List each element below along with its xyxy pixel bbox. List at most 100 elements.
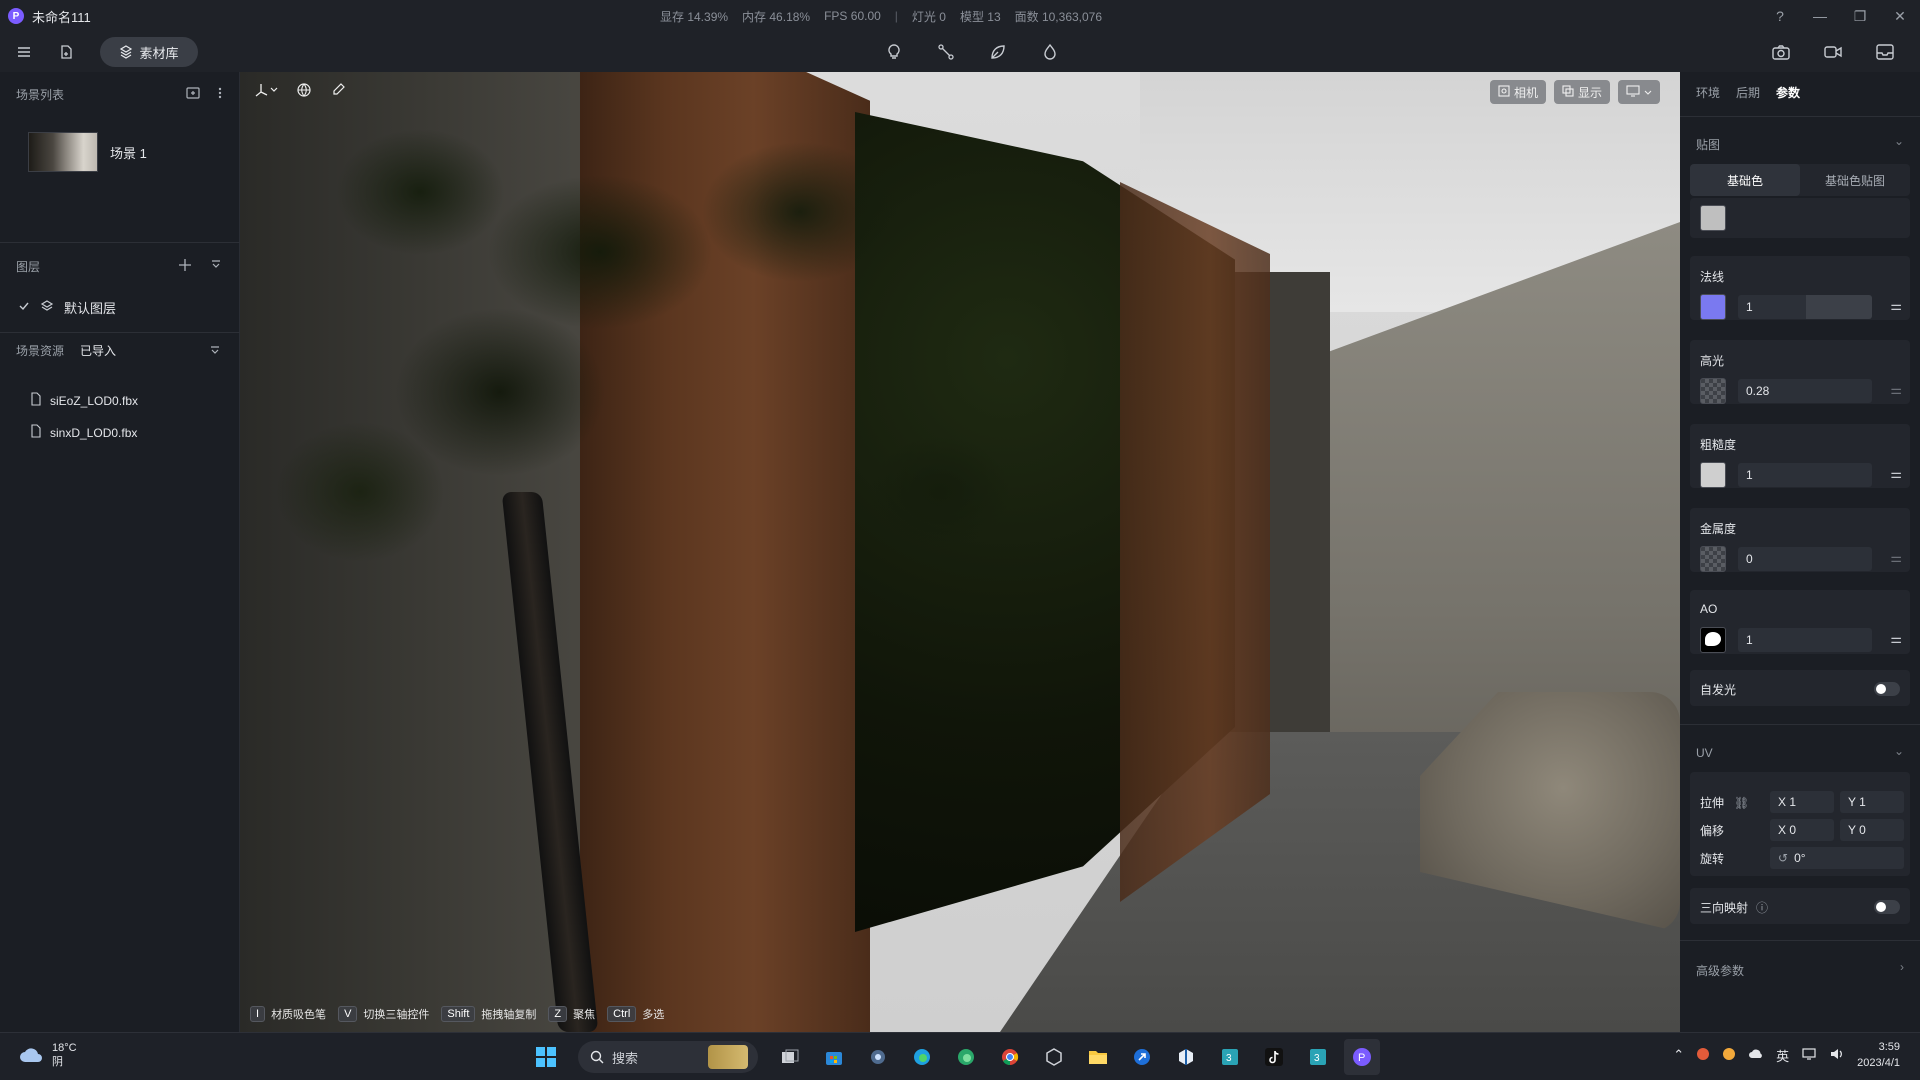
adjust-icon[interactable]: ⚌ <box>1890 382 1902 398</box>
minimize-icon[interactable]: — <box>1800 8 1840 24</box>
restore-icon[interactable]: ❐ <box>1840 8 1880 25</box>
video-icon[interactable] <box>1818 38 1848 66</box>
stretch-y-input[interactable]: Y 1 <box>1840 791 1904 813</box>
specular-map-swatch[interactable] <box>1700 378 1726 404</box>
clock[interactable]: 3:59 2023/4/1 <box>1857 1039 1900 1071</box>
tiktok-icon[interactable] <box>1256 1039 1292 1075</box>
tab-environment[interactable]: 环境 <box>1696 84 1720 101</box>
path-tool-icon[interactable] <box>932 38 960 66</box>
help-icon[interactable]: ? <box>1760 8 1800 24</box>
task-view-icon[interactable] <box>772 1039 808 1075</box>
offset-y-input[interactable]: Y 0 <box>1840 819 1904 841</box>
emissive-toggle[interactable] <box>1874 682 1900 696</box>
metalness-map-swatch[interactable] <box>1700 546 1726 572</box>
link-icon[interactable]: ⛓ <box>1734 796 1749 810</box>
ao-map-swatch[interactable] <box>1700 627 1726 653</box>
tab-imported[interactable]: 已导入 <box>80 342 116 359</box>
3dsmax-2-icon[interactable]: 3 <box>1300 1039 1336 1075</box>
new-file-icon[interactable] <box>52 38 80 66</box>
app-active-icon[interactable]: P <box>1344 1039 1380 1075</box>
library-button[interactable]: 素材库 <box>100 37 198 67</box>
stat-separator: | <box>894 9 898 23</box>
normal-value-input[interactable]: 1 <box>1738 295 1872 319</box>
roughness-value-input[interactable]: 1 <box>1738 463 1872 487</box>
windows-start-icon[interactable] <box>528 1039 564 1075</box>
tray-app-icon[interactable] <box>1722 1047 1736 1064</box>
display-button[interactable]: 显示 <box>1553 80 1610 104</box>
collapse-icon[interactable] <box>210 258 222 275</box>
chevron-down-icon[interactable]: ⌄ <box>1894 744 1904 758</box>
adjust-icon[interactable]: ⚌ <box>1890 298 1902 314</box>
tray-app-icon[interactable] <box>1696 1047 1710 1064</box>
hint-text: 多选 <box>642 1009 665 1021</box>
tab-base-color-map[interactable]: 基础色贴图 <box>1800 164 1910 196</box>
volume-icon[interactable] <box>1829 1047 1845 1064</box>
file-item[interactable]: siEoZ_LOD0.fbx <box>30 392 138 409</box>
hint-item: Ctrl 多选 <box>607 1006 664 1022</box>
chrome-icon[interactable] <box>992 1039 1028 1075</box>
edge-icon[interactable] <box>904 1039 940 1075</box>
menu-icon[interactable] <box>10 38 38 66</box>
stretch-x-input[interactable]: X 1 <box>1770 791 1834 813</box>
add-layer-icon[interactable] <box>178 258 192 275</box>
normal-slider[interactable] <box>1806 295 1872 319</box>
render-tools <box>1766 38 1900 66</box>
adjust-icon[interactable]: ⚌ <box>1890 466 1902 482</box>
hint-item: Z 聚焦 <box>548 1006 595 1022</box>
taskbar-search[interactable]: 搜索 <box>578 1041 758 1073</box>
camera-button[interactable]: 相机 <box>1489 80 1546 104</box>
file-explorer-icon[interactable] <box>1080 1039 1116 1075</box>
water-drop-icon[interactable] <box>1036 38 1064 66</box>
base-color-swatch[interactable] <box>1700 205 1726 231</box>
light-bulb-icon[interactable] <box>880 38 908 66</box>
weather-widget[interactable]: 18°C 阴 <box>18 1041 77 1069</box>
resources-collapse-icon[interactable] <box>209 344 221 359</box>
view-mode-dropdown[interactable] <box>1618 80 1660 104</box>
settings-icon[interactable] <box>860 1039 896 1075</box>
specular-value-input[interactable]: 0.28 <box>1738 379 1872 403</box>
store-icon[interactable] <box>816 1039 852 1075</box>
network-icon[interactable] <box>1801 1047 1817 1064</box>
chevron-down-icon[interactable]: ⌄ <box>1894 134 1904 148</box>
globe-icon[interactable] <box>296 82 312 98</box>
layer-item-default[interactable]: 默认图层 <box>18 298 116 317</box>
3d-viewport[interactable]: 相机 显示 I 材质吸色笔 V 切换三轴控件 Shift 拖拽轴复制 Z 聚焦 Ctrl… <box>240 72 1680 1032</box>
onedrive-icon[interactable] <box>1748 1048 1764 1063</box>
leaf-icon[interactable] <box>984 38 1012 66</box>
adjust-icon[interactable]: ⚌ <box>1890 550 1902 566</box>
gizmo-icon[interactable] <box>254 82 278 98</box>
adjust-icon[interactable]: ⚌ <box>1890 631 1902 647</box>
chevron-right-icon[interactable]: › <box>1900 960 1904 974</box>
arrow-app-icon[interactable] <box>1124 1039 1160 1075</box>
edge-dev-icon[interactable] <box>948 1039 984 1075</box>
eyedropper-icon[interactable] <box>330 82 346 98</box>
tab-parameters[interactable]: 参数 <box>1776 84 1800 101</box>
metalness-value-input[interactable]: 0 <box>1738 547 1872 571</box>
tab-post[interactable]: 后期 <box>1736 84 1760 101</box>
help-circle-icon[interactable]: ⓘ <box>1756 899 1768 916</box>
tab-base-color[interactable]: 基础色 <box>1690 164 1800 196</box>
close-icon[interactable]: ✕ <box>1880 8 1920 25</box>
scene-item[interactable]: 场景 1 <box>28 132 147 172</box>
file-item[interactable]: sinxD_LOD0.fbx <box>30 424 137 441</box>
more-options-icon[interactable] <box>218 86 222 103</box>
divider <box>0 242 240 243</box>
ime-indicator[interactable]: 英 <box>1776 1046 1789 1065</box>
unity-icon[interactable] <box>1036 1039 1072 1075</box>
advanced-params-title[interactable]: 高级参数 <box>1696 962 1744 979</box>
add-scene-icon[interactable] <box>186 86 200 103</box>
viewport-options: 相机 显示 <box>1489 80 1660 104</box>
roughness-map-swatch[interactable] <box>1700 462 1726 488</box>
3dsmax-icon[interactable]: 3 <box>1212 1039 1248 1075</box>
camera-icon[interactable] <box>1766 38 1796 66</box>
ao-value-input[interactable]: 1 <box>1738 628 1872 652</box>
rotation-input[interactable]: ↺ 0° <box>1770 847 1904 869</box>
tab-scene-resources[interactable]: 场景资源 <box>16 342 64 359</box>
check-icon[interactable] <box>18 300 30 315</box>
export-icon[interactable] <box>1870 38 1900 66</box>
chevron-up-icon[interactable]: ⌃ <box>1673 1047 1684 1063</box>
triplanar-toggle[interactable] <box>1874 900 1900 914</box>
sketchup-icon[interactable] <box>1168 1039 1204 1075</box>
offset-x-input[interactable]: X 0 <box>1770 819 1834 841</box>
normal-map-swatch[interactable] <box>1700 294 1726 320</box>
